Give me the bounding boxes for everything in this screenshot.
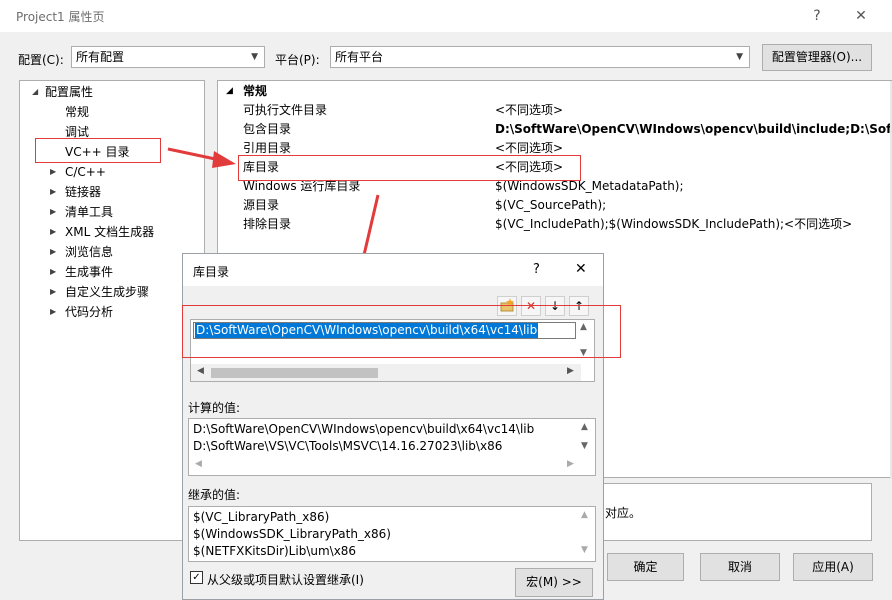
scroll-right-icon[interactable]: ▶ bbox=[567, 459, 574, 469]
inherited-line-1: $(VC_LibraryPath_x86) bbox=[193, 510, 330, 524]
dialog-close-button[interactable]: ✕ bbox=[575, 261, 587, 277]
annotation-box-edit bbox=[182, 305, 621, 358]
inherited-line-3: $(NETFXKitsDir)Lib\um\x86 bbox=[193, 544, 357, 558]
scrollbar-thumb[interactable] bbox=[211, 368, 378, 378]
dialog-titlebar bbox=[183, 254, 603, 286]
computed-label: 计算的值: bbox=[188, 401, 241, 415]
horizontal-scrollbar[interactable]: ◀ ▶ bbox=[191, 364, 581, 381]
scroll-down-icon[interactable]: ▼ bbox=[581, 441, 588, 451]
inherited-label: 继承的值: bbox=[188, 488, 241, 502]
inherit-checkbox[interactable]: ✓ bbox=[190, 571, 203, 584]
computed-line-1: D:\SoftWare\OpenCV\WIndows\opencv\build\… bbox=[193, 422, 535, 436]
checkmark-icon: ✓ bbox=[192, 572, 201, 583]
annotation-arrow-right bbox=[167, 147, 221, 162]
scroll-down-icon[interactable]: ▼ bbox=[581, 545, 588, 555]
scroll-left-icon[interactable]: ◀ bbox=[195, 459, 202, 469]
macros-button[interactable]: 宏(M) >> bbox=[515, 568, 593, 597]
annotation-arrowhead-right bbox=[212, 151, 236, 168]
inherited-values-box[interactable]: $(VC_LibraryPath_x86) $(WindowsSDK_Libra… bbox=[188, 506, 596, 562]
scroll-up-icon[interactable]: ▲ bbox=[581, 510, 588, 520]
scroll-up-icon[interactable]: ▲ bbox=[581, 422, 588, 432]
scroll-left-icon[interactable]: ◀ bbox=[197, 366, 204, 376]
computed-values-box[interactable]: D:\SoftWare\OpenCV\WIndows\opencv\build\… bbox=[188, 418, 596, 476]
inherited-line-2: $(WindowsSDK_LibraryPath_x86) bbox=[193, 527, 391, 541]
computed-line-2: D:\SoftWare\VS\VC\Tools\MSVC\14.16.27023… bbox=[193, 439, 503, 453]
scroll-right-icon[interactable]: ▶ bbox=[567, 366, 574, 376]
inherit-checkbox-label[interactable]: 从父级或项目默认设置继承(I) bbox=[207, 571, 364, 588]
dialog-title: 库目录 bbox=[193, 265, 230, 279]
dialog-help-button[interactable]: ? bbox=[533, 262, 540, 277]
